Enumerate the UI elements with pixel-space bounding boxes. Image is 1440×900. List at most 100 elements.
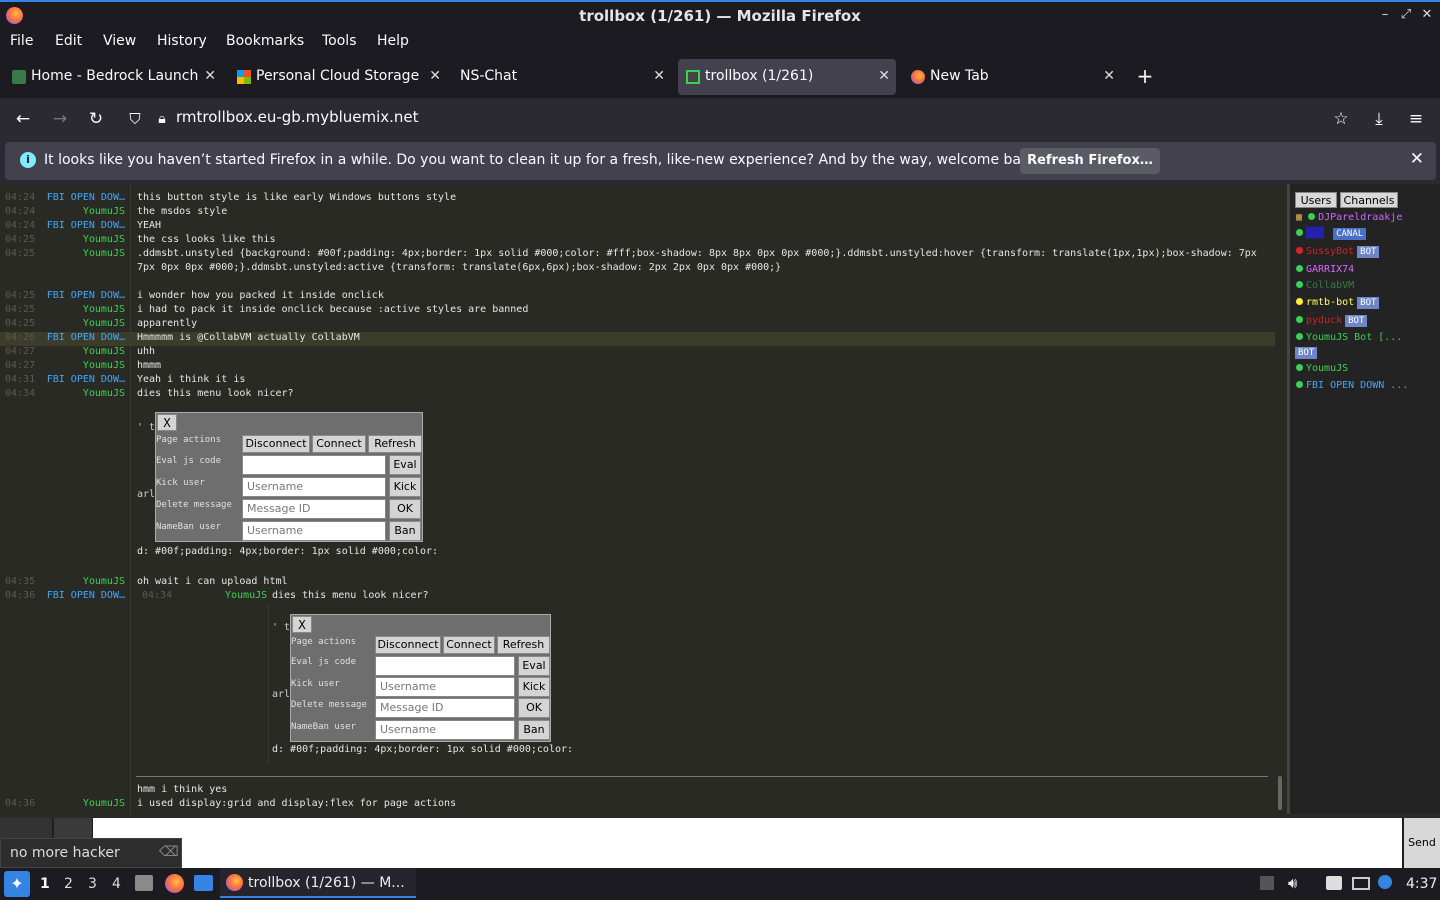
menu-history[interactable]: History bbox=[157, 33, 207, 49]
panel-close-button[interactable]: X bbox=[292, 616, 312, 633]
user-item[interactable]: FBI OPEN DOWN ... bbox=[1296, 380, 1408, 391]
chat-message: 04:25 YoumuJS the css looks like this bbox=[5, 234, 276, 245]
tab-label: Personal Cloud Storage - bbox=[256, 68, 424, 84]
menu-edit[interactable]: Edit bbox=[55, 33, 82, 49]
channels-tab[interactable]: Channels bbox=[1340, 192, 1398, 208]
ban-button[interactable]: Ban bbox=[518, 720, 550, 740]
menu-tools[interactable]: Tools bbox=[322, 33, 357, 49]
message-input[interactable] bbox=[93, 818, 1402, 868]
eval-js-input[interactable] bbox=[375, 656, 515, 676]
connect-button[interactable]: Connect bbox=[312, 435, 366, 453]
user-item[interactable]: SussyBot BOT bbox=[1296, 246, 1380, 258]
dismiss-icon[interactable]: ⌫ bbox=[159, 844, 179, 860]
ban-username-input[interactable]: Username bbox=[375, 720, 515, 740]
tab-ns-chat[interactable]: NS-Chat ✕ bbox=[453, 59, 671, 95]
connect-button[interactable]: Connect bbox=[443, 636, 495, 654]
menu-bookmarks[interactable]: Bookmarks bbox=[226, 33, 304, 49]
user-item[interactable]: ███ CANAL bbox=[1296, 228, 1367, 240]
menu-help[interactable]: Help bbox=[377, 33, 409, 49]
hamburger-menu-icon[interactable]: ≡ bbox=[1404, 107, 1428, 131]
workspace-3[interactable]: 3 bbox=[88, 876, 97, 892]
ban-button[interactable]: Ban bbox=[389, 521, 421, 541]
menu-view[interactable]: View bbox=[103, 33, 136, 49]
users-tab[interactable]: Users bbox=[1295, 192, 1337, 208]
ban-username-input[interactable]: Username bbox=[242, 521, 386, 541]
back-icon[interactable]: ← bbox=[11, 107, 35, 131]
minimize-button[interactable]: – bbox=[1376, 6, 1394, 24]
volume-icon[interactable]: 🔊︎ bbox=[1288, 874, 1297, 892]
clipboard-icon[interactable] bbox=[1326, 876, 1342, 890]
user-item[interactable]: YoumuJS Bot [... bbox=[1296, 332, 1402, 343]
display-icon[interactable] bbox=[1352, 877, 1370, 890]
window-title: trollbox (1/261) — Mozilla Firefox bbox=[579, 7, 861, 25]
tray-icon[interactable] bbox=[1260, 876, 1274, 890]
label-kick-user: Kick user bbox=[156, 478, 205, 488]
close-notification-icon[interactable]: ✕ bbox=[1410, 149, 1424, 169]
user-item[interactable]: rmtb-bot BOT bbox=[1296, 297, 1380, 309]
tab-new-tab[interactable]: New Tab ✕ bbox=[903, 59, 1121, 95]
tab-cloud-storage[interactable]: Personal Cloud Storage - ✕ bbox=[229, 59, 447, 95]
panel-close-button[interactable]: X bbox=[157, 414, 177, 431]
eval-button[interactable]: Eval bbox=[389, 455, 421, 475]
chat-message: 04:27 YoumuJS uhh bbox=[5, 346, 156, 357]
update-icon[interactable] bbox=[1378, 875, 1392, 889]
file-manager-icon[interactable] bbox=[135, 875, 153, 891]
url-bar[interactable]: rmtrollbox.eu-gb.mybluemix.net bbox=[176, 108, 419, 126]
user-item[interactable]: CollabVM bbox=[1296, 280, 1354, 291]
close-tab-icon[interactable]: ✕ bbox=[653, 68, 665, 84]
close-tab-icon[interactable]: ✕ bbox=[1103, 68, 1115, 84]
kick-button[interactable]: Kick bbox=[389, 477, 421, 497]
tab-trollbox[interactable]: trollbox (1/261) ✕ bbox=[678, 59, 896, 95]
user-item[interactable]: YoumuJS bbox=[1296, 363, 1348, 374]
tab-bedrock[interactable]: Home - Bedrock Launche ✕ bbox=[4, 59, 222, 95]
partial-text: arl bbox=[272, 689, 291, 700]
message-id-input[interactable]: Message ID bbox=[242, 499, 386, 519]
firefox-launcher-icon[interactable] bbox=[165, 874, 184, 893]
lock-icon[interactable]: 🔒︎ bbox=[150, 107, 174, 131]
workspace-2[interactable]: 2 bbox=[64, 876, 73, 892]
eval-button[interactable]: Eval bbox=[518, 656, 550, 676]
send-button[interactable]: Send bbox=[1404, 818, 1440, 868]
ok-button[interactable]: OK bbox=[518, 698, 550, 718]
close-window-button[interactable]: ✕ bbox=[1418, 6, 1436, 24]
input-left-block bbox=[0, 818, 52, 838]
css-fragment: d: #00f;padding: 4px;border: 1px solid #… bbox=[272, 744, 574, 755]
disconnect-button[interactable]: Disconnect bbox=[242, 435, 310, 453]
user-item[interactable]: GARRIX74 bbox=[1296, 264, 1354, 275]
kick-button[interactable]: Kick bbox=[518, 677, 550, 697]
tab-label: Home - Bedrock Launche bbox=[31, 68, 199, 84]
terminal-icon[interactable] bbox=[194, 875, 213, 891]
menu-file[interactable]: File bbox=[10, 33, 33, 49]
bookmark-star-icon[interactable]: ☆ bbox=[1329, 107, 1353, 131]
reload-icon[interactable]: ↻ bbox=[84, 107, 108, 131]
maximize-button[interactable]: ⤢ bbox=[1397, 6, 1415, 24]
workspace-1[interactable]: 1 bbox=[40, 876, 50, 892]
start-menu-icon[interactable]: ✦ bbox=[4, 871, 30, 897]
chat-log[interactable]: 04:24 FBI OPEN DOW… this button style is l… bbox=[0, 184, 1287, 814]
user-item[interactable]: pyduck BOT bbox=[1296, 315, 1368, 327]
disconnect-button[interactable]: Disconnect bbox=[375, 636, 441, 654]
refresh-button[interactable]: Refresh bbox=[497, 636, 550, 654]
download-icon[interactable]: ⤓ bbox=[1367, 107, 1391, 131]
message-id-input[interactable]: Message ID bbox=[375, 698, 515, 718]
cloud-storage-icon bbox=[237, 70, 251, 84]
chat-scrollbar[interactable] bbox=[1278, 776, 1282, 810]
shield-icon[interactable]: ⛉ bbox=[123, 107, 147, 131]
new-tab-button[interactable]: + bbox=[1133, 64, 1157, 88]
overlay-text: no more hacker bbox=[10, 845, 120, 861]
refresh-firefox-button[interactable]: Refresh Firefox… bbox=[1020, 148, 1160, 174]
close-tab-icon[interactable]: ✕ bbox=[878, 68, 890, 84]
chat-message: 04:31 FBI OPEN DOW… Yeah i think it is bbox=[5, 374, 246, 385]
bedrock-icon bbox=[12, 70, 26, 84]
ok-button[interactable]: OK bbox=[389, 499, 421, 519]
kick-username-input[interactable]: Username bbox=[242, 477, 386, 497]
forward-icon[interactable]: → bbox=[48, 107, 72, 131]
close-tab-icon[interactable]: ✕ bbox=[429, 68, 441, 84]
user-item[interactable]: ▦ DJPareldraakje bbox=[1296, 212, 1402, 223]
taskbar-window-button[interactable]: trollbox (1/261) — M... bbox=[220, 868, 416, 898]
close-tab-icon[interactable]: ✕ bbox=[204, 68, 216, 84]
workspace-4[interactable]: 4 bbox=[112, 876, 121, 892]
refresh-button[interactable]: Refresh bbox=[368, 435, 422, 453]
kick-username-input[interactable]: Username bbox=[375, 677, 515, 697]
eval-js-input[interactable] bbox=[242, 455, 386, 475]
